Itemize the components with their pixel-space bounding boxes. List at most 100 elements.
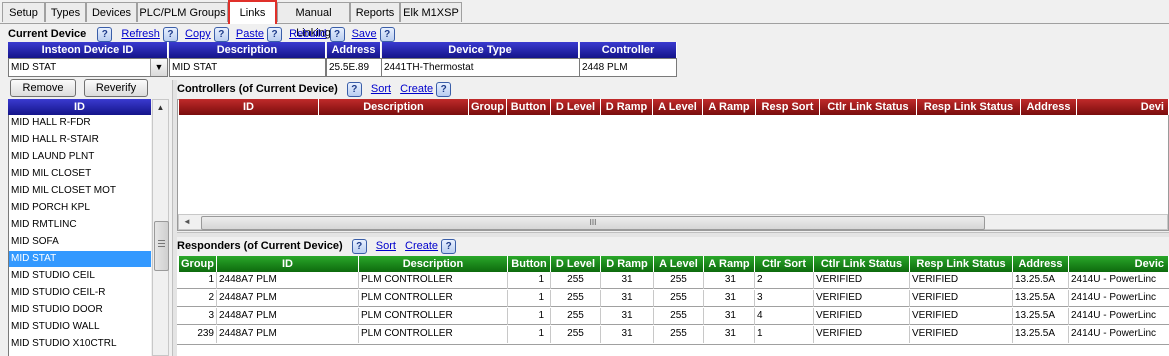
list-item[interactable]: MID LAUND PLNT bbox=[11, 149, 151, 165]
responders-col-header[interactable]: Address bbox=[1013, 256, 1069, 272]
refresh-link[interactable]: Refresh bbox=[121, 28, 160, 40]
list-item[interactable]: MID HALL R-FDR bbox=[11, 115, 151, 131]
refresh-help-icon[interactable]: ? bbox=[162, 27, 178, 42]
cell-id: 2448A7 PLM bbox=[217, 290, 359, 307]
controllers-col-header[interactable]: A Ramp bbox=[703, 99, 756, 115]
scroll-up-icon[interactable]: ▲ bbox=[153, 100, 168, 115]
grid-splitter[interactable] bbox=[177, 232, 1169, 237]
save-help-icon[interactable]: ? bbox=[379, 27, 395, 42]
rebuild-help-icon[interactable]: ? bbox=[329, 27, 345, 42]
paste-link[interactable]: Paste bbox=[236, 28, 264, 40]
responders-col-header[interactable]: Button bbox=[508, 256, 551, 272]
controllers-col-header[interactable]: Group bbox=[469, 99, 507, 115]
cell-ctlr-sort: 1 bbox=[755, 326, 814, 343]
device-type-value: 2441TH-Thermostat bbox=[381, 58, 580, 77]
table-row[interactable]: 2 2448A7 PLM PLM CONTROLLER 1 255 31 255… bbox=[177, 290, 1169, 307]
cell-d-level: 255 bbox=[551, 290, 601, 307]
controllers-col-header[interactable]: Resp Link Status bbox=[917, 99, 1021, 115]
tab-elk-m1xsp[interactable]: Elk M1XSP bbox=[400, 2, 462, 22]
dropdown-arrow-icon[interactable]: ▼ bbox=[150, 59, 167, 76]
responders-sort-link[interactable]: Sort bbox=[376, 240, 396, 252]
responders-col-header[interactable]: Group bbox=[179, 256, 217, 272]
cell-description: PLM CONTROLLER bbox=[359, 308, 508, 325]
id-list[interactable]: MID HALL R-FDR MID HALL R-STAIR MID LAUN… bbox=[8, 115, 151, 356]
controllers-col-header[interactable]: Ctlr Link Status bbox=[820, 99, 917, 115]
help-icon[interactable]: ? bbox=[97, 27, 113, 42]
hscroll-thumb[interactable]: III bbox=[201, 216, 985, 230]
list-item[interactable]: MID STUDIO WALL bbox=[11, 319, 151, 335]
controllers-col-header[interactable]: Button bbox=[507, 99, 551, 115]
device-id-select[interactable]: MID STAT ▼ bbox=[8, 58, 168, 77]
controllers-create-link[interactable]: Create bbox=[400, 83, 433, 95]
controllers-col-header[interactable]: Address bbox=[1021, 99, 1077, 115]
controllers-help-icon[interactable]: ? bbox=[346, 82, 362, 97]
insteon-id-header: Insteon Device ID bbox=[8, 42, 168, 58]
scroll-left-icon[interactable]: ◄ bbox=[181, 215, 193, 229]
controllers-create-help-icon[interactable]: ? bbox=[436, 82, 452, 97]
cell-description: PLM CONTROLLER bbox=[359, 272, 508, 289]
responders-create-link[interactable]: Create bbox=[405, 240, 438, 252]
responders-col-header[interactable]: A Ramp bbox=[704, 256, 755, 272]
responders-col-header[interactable]: D Ramp bbox=[601, 256, 654, 272]
table-row[interactable]: 1 2448A7 PLM PLM CONTROLLER 1 255 31 255… bbox=[177, 272, 1169, 289]
list-item[interactable]: MID HALL R-STAIR bbox=[11, 132, 151, 148]
paste-help-icon[interactable]: ? bbox=[267, 27, 283, 42]
list-item-selected[interactable]: MID STAT bbox=[9, 251, 151, 267]
list-item[interactable]: MID STUDIO CEIL-R bbox=[11, 285, 151, 301]
cell-address: 13.25.5A bbox=[1013, 308, 1069, 325]
responders-col-header[interactable]: Ctlr Sort bbox=[755, 256, 814, 272]
list-item[interactable]: MID SOFA bbox=[11, 234, 151, 250]
table-row[interactable]: 239 2448A7 PLM PLM CONTROLLER 1 255 31 2… bbox=[177, 326, 1169, 345]
controllers-grid[interactable] bbox=[177, 99, 1169, 231]
rebuild-link[interactable]: Rebuild bbox=[289, 28, 326, 40]
copy-help-icon[interactable]: ? bbox=[213, 27, 229, 42]
cell-a-ramp: 31 bbox=[704, 290, 755, 307]
remove-button[interactable]: Remove bbox=[10, 79, 76, 97]
controllers-col-header[interactable]: D Level bbox=[551, 99, 601, 115]
controllers-hscrollbar[interactable]: ◄ III bbox=[178, 214, 1168, 230]
reverify-button[interactable]: Reverify bbox=[84, 79, 148, 97]
list-item[interactable]: MID MIL CLOSET bbox=[11, 166, 151, 182]
responders-title: Responders (of Current Device) bbox=[177, 240, 343, 252]
responders-col-header[interactable]: Devic bbox=[1069, 256, 1169, 272]
responders-create-help-icon[interactable]: ? bbox=[441, 239, 457, 254]
responders-col-header[interactable]: Ctlr Link Status bbox=[814, 256, 910, 272]
responders-col-header[interactable]: D Level bbox=[551, 256, 601, 272]
responders-col-header[interactable]: ID bbox=[217, 256, 359, 272]
controllers-col-header[interactable]: Description bbox=[319, 99, 469, 115]
responders-col-header[interactable]: Resp Link Status bbox=[910, 256, 1013, 272]
save-link[interactable]: Save bbox=[352, 28, 377, 40]
list-item[interactable]: MID STUDIO CEIL bbox=[11, 268, 151, 284]
list-item[interactable]: MID STUDIO DOOR bbox=[11, 302, 151, 318]
scroll-thumb[interactable] bbox=[154, 221, 169, 271]
cell-d-ramp: 31 bbox=[601, 326, 654, 343]
controllers-col-header[interactable]: A Level bbox=[653, 99, 703, 115]
controllers-col-header[interactable]: Resp Sort bbox=[756, 99, 820, 115]
cell-resp-status: VERIFIED bbox=[910, 326, 1013, 343]
copy-link[interactable]: Copy bbox=[185, 28, 211, 40]
tab-devices[interactable]: Devices bbox=[86, 2, 137, 22]
table-row[interactable]: 3 2448A7 PLM PLM CONTROLLER 1 255 31 255… bbox=[177, 308, 1169, 325]
tab-manual-linking[interactable]: Manual Linking bbox=[277, 2, 350, 39]
list-item[interactable]: MID RMTLINC bbox=[11, 217, 151, 233]
cell-resp-status: VERIFIED bbox=[910, 308, 1013, 325]
controllers-col-header[interactable]: Devi bbox=[1077, 99, 1169, 115]
tab-reports[interactable]: Reports bbox=[350, 2, 400, 22]
responders-help-icon[interactable]: ? bbox=[351, 239, 367, 254]
cell-a-level: 255 bbox=[654, 290, 704, 307]
list-item[interactable]: MID MIL CLOSET MOT bbox=[11, 183, 151, 199]
current-device-label: Current Device bbox=[8, 28, 87, 40]
controllers-col-header[interactable]: ID bbox=[179, 99, 319, 115]
cell-group: 3 bbox=[179, 308, 217, 325]
list-item[interactable]: MID STUDIO X10CTRL bbox=[11, 336, 151, 352]
list-item[interactable]: MID PORCH KPL bbox=[11, 200, 151, 216]
controllers-col-header[interactable]: D Ramp bbox=[601, 99, 653, 115]
controllers-sort-link[interactable]: Sort bbox=[371, 83, 391, 95]
tab-setup[interactable]: Setup bbox=[2, 2, 45, 22]
responders-col-header[interactable]: A Level bbox=[654, 256, 704, 272]
tab-links[interactable]: Links bbox=[228, 0, 277, 24]
tab-types[interactable]: Types bbox=[45, 2, 86, 22]
id-list-scrollbar[interactable]: ▲ bbox=[152, 99, 169, 356]
tab-plc-plm-groups[interactable]: PLC/PLM Groups bbox=[137, 2, 228, 22]
responders-col-header[interactable]: Description bbox=[359, 256, 508, 272]
